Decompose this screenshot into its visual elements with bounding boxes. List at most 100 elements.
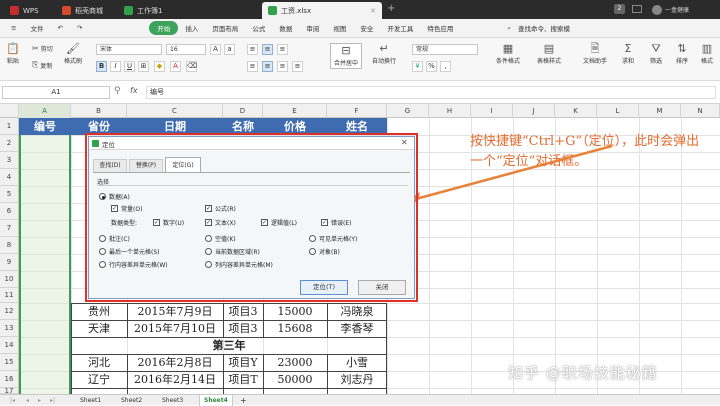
header-cell-id[interactable]: 编号	[19, 118, 71, 135]
tab-salary-xlsx[interactable]: 工资.xlsx ✕	[262, 2, 382, 19]
currency-button[interactable]: ¥	[412, 61, 423, 72]
redo-icon[interactable]: ↷	[70, 24, 89, 32]
cell-b12[interactable]: 天津	[71, 321, 127, 337]
dialog-close-icon[interactable]: ✕	[401, 138, 408, 147]
border-button[interactable]: ⊞	[138, 61, 149, 72]
menu-start[interactable]: 开始	[149, 21, 179, 35]
bold-button[interactable]: B	[96, 61, 107, 72]
row-header-11[interactable]: 11	[0, 288, 19, 303]
checkbox-constant[interactable]: ✓ 常量(O)	[111, 204, 142, 213]
cell-f11[interactable]: 冯晓泉	[327, 304, 387, 320]
menu-security[interactable]: 安全	[353, 23, 380, 33]
tab-replace[interactable]: 替换(P)	[129, 159, 163, 172]
checkbox-formula[interactable]: ✓ 公式(R)	[205, 204, 236, 213]
radio-object[interactable]: 对象(B)	[309, 247, 340, 256]
prev-sheet-icon[interactable]: ◂	[22, 395, 33, 406]
add-sheet-button[interactable]: +	[236, 395, 251, 406]
font-size-select[interactable]: 16	[166, 44, 206, 55]
row-header-4[interactable]: 4	[0, 169, 19, 186]
cell-b14[interactable]: 河北	[71, 355, 127, 371]
goto-ok-button[interactable]: 定位(T)	[300, 280, 348, 295]
tab-wps[interactable]: WPS	[4, 2, 56, 19]
checkbox-error[interactable]: ✓ 错误(E)	[321, 218, 351, 227]
cell-e12[interactable]: 15608	[263, 321, 327, 337]
row-header-12[interactable]: 12	[0, 303, 19, 320]
row-header-5[interactable]: 5	[0, 186, 19, 203]
cell-e14[interactable]: 23000	[263, 355, 327, 371]
window-mode-icon[interactable]	[632, 5, 642, 13]
align-bottom-button[interactable]: ≡	[277, 44, 288, 55]
close-tab-icon[interactable]: ✕	[370, 7, 376, 15]
column-header-g[interactable]: G	[387, 104, 429, 118]
column-header-a[interactable]: A	[19, 104, 71, 118]
thousands-button[interactable]: ,	[440, 61, 451, 72]
tab-workbook1[interactable]: 工作簿1	[118, 2, 258, 19]
wrap-text-button[interactable]: ↵ 自动换行	[372, 43, 396, 65]
menu-developer[interactable]: 开发工具	[380, 23, 420, 33]
cell-f15[interactable]: 刘志丹	[327, 372, 387, 388]
radio-current-region[interactable]: 当前数据区域(R)	[205, 247, 260, 256]
sum-button[interactable]: Σ 求和	[622, 43, 634, 65]
avatar[interactable]	[652, 5, 662, 15]
column-header-d[interactable]: D	[223, 104, 263, 118]
percent-button[interactable]: %	[426, 61, 437, 72]
radio-last-cell[interactable]: 最后一个单元格(S)	[99, 247, 160, 256]
row-header-13[interactable]: 13	[0, 320, 19, 337]
paste-button[interactable]: 📋 粘贴	[6, 43, 20, 65]
cell-c11[interactable]: 2015年7月9日	[127, 304, 223, 320]
cell-f14[interactable]: 小雪	[327, 355, 387, 371]
row-header-2[interactable]: 2	[0, 135, 19, 152]
checkbox-number[interactable]: ✓ 数字(U)	[153, 218, 184, 227]
tab-find[interactable]: 查找(D)	[93, 159, 127, 172]
cell-d15[interactable]: 项目T	[223, 372, 263, 388]
column-header-f[interactable]: F	[327, 104, 387, 118]
font-color-button[interactable]: A	[170, 61, 181, 72]
menu-formula[interactable]: 公式	[245, 23, 272, 33]
column-header-h[interactable]: H	[429, 104, 471, 118]
formula-input[interactable]: 编号	[146, 86, 716, 99]
format-painter-button[interactable]: 🖌 格式刷	[64, 43, 82, 65]
sheet-tab-4[interactable]: Sheet4	[199, 395, 233, 406]
row-header-7[interactable]: 7	[0, 220, 19, 237]
column-header-l[interactable]: L	[597, 104, 639, 118]
checkbox-text[interactable]: ✓ 文本(X)	[205, 218, 236, 227]
menu-review[interactable]: 审阅	[299, 23, 326, 33]
menu-page-layout[interactable]: 页面布局	[205, 23, 245, 33]
row-header-1[interactable]: 1	[0, 118, 19, 135]
undo-icon[interactable]: ↶	[50, 24, 69, 32]
menu-special[interactable]: 特色应用	[420, 23, 460, 33]
search-icon[interactable]: ⌕	[500, 24, 518, 33]
cut-button[interactable]: ✂ 剪切	[32, 44, 53, 53]
radio-comment[interactable]: 批注(C)	[99, 234, 130, 243]
row-header-8[interactable]: 8	[0, 237, 19, 254]
menu-data[interactable]: 数据	[272, 23, 299, 33]
merge-center-button[interactable]: ⊟ 合并居中	[330, 43, 363, 69]
radio-data[interactable]: 数据(A)	[99, 192, 130, 201]
fill-color-button[interactable]: ◆	[154, 61, 165, 72]
tab-goto[interactable]: 定位(G)	[165, 157, 201, 173]
row-header-16[interactable]: 16	[0, 371, 19, 388]
format-button[interactable]: ▥ 格式	[701, 43, 713, 65]
name-box[interactable]: A1	[2, 86, 110, 99]
notification-badge[interactable]: 2	[614, 4, 625, 14]
cell-f12[interactable]: 李香琴	[327, 321, 387, 337]
row-header-15[interactable]: 15	[0, 354, 19, 371]
next-sheet-icon[interactable]: ▸	[34, 395, 45, 406]
sort-button[interactable]: ⇅ 排序	[676, 43, 688, 65]
italic-button[interactable]: I	[110, 61, 121, 72]
cell-d14[interactable]: 项目Y	[223, 355, 263, 371]
underline-button[interactable]: U	[124, 61, 135, 72]
align-center-button[interactable]: ≡	[262, 61, 273, 72]
column-header-c[interactable]: C	[127, 104, 223, 118]
command-search[interactable]: 查找命令、搜索模	[518, 23, 577, 33]
row-header-3[interactable]: 3	[0, 152, 19, 169]
close-button[interactable]: 关闭	[358, 280, 406, 295]
radio-column-differences[interactable]: 列内容差异单元格(M)	[205, 260, 273, 269]
cell-d11[interactable]: 项目3	[223, 304, 263, 320]
sheet-tab-3[interactable]: Sheet3	[158, 395, 187, 406]
zoom-lens-icon[interactable]: ⚲	[114, 86, 121, 96]
cell-e11[interactable]: 15000	[263, 304, 327, 320]
table-style-button[interactable]: ▤ 表格样式	[537, 43, 561, 65]
tab-docer[interactable]: 稻壳商城	[56, 2, 118, 19]
cell-c14[interactable]: 2016年2月8日	[127, 355, 223, 371]
